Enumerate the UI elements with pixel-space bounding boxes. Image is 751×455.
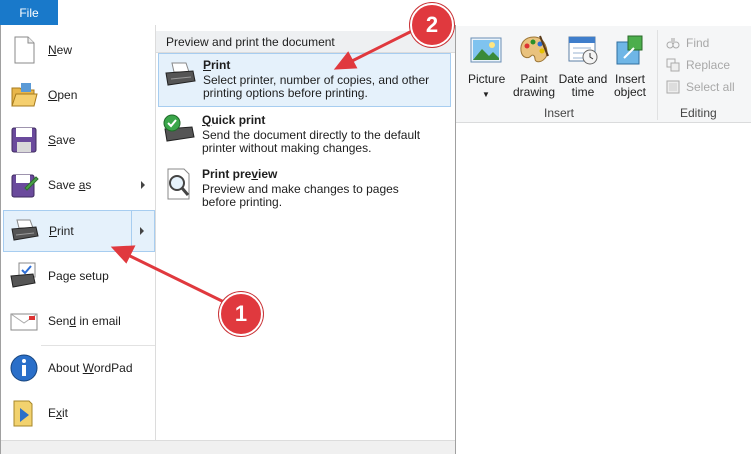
menu-item-label: Print [49, 224, 74, 238]
insert-group-label: Insert [544, 106, 575, 120]
save-disk-icon [11, 127, 37, 153]
select-all-label: Select all [686, 80, 735, 94]
submenu-item-title: Quick print [202, 113, 266, 127]
submenu-item-description: Select printer, number of copies, and ot… [203, 73, 430, 100]
menu-item-save-as[interactable]: Save as [3, 164, 155, 206]
menu-item-page-setup[interactable]: Page setup [3, 255, 155, 297]
calendar-clock-icon [568, 36, 598, 65]
menu-footer [1, 440, 455, 454]
quick-print-icon [163, 114, 195, 142]
menu-item-label: Save as [48, 178, 92, 192]
insert-object-button[interactable]: Insert object [610, 34, 650, 99]
submenu-item-quick-print[interactable]: Quick print Send the document directly t… [158, 109, 451, 159]
info-icon [10, 354, 38, 382]
printer-icon [11, 219, 39, 241]
file-tab[interactable]: File [0, 0, 58, 25]
paint-drawing-label-2: drawing [512, 85, 556, 99]
menu-item-label: New [48, 43, 73, 57]
print-submenu: Preview and print the document Print Sel… [156, 31, 455, 440]
new-document-icon [14, 36, 35, 64]
menu-item-new[interactable]: New [3, 29, 155, 71]
menu-item-label: Page setup [48, 269, 109, 283]
picture-icon [470, 37, 502, 63]
select-all-button[interactable]: Select all [666, 80, 735, 94]
find-label: Find [686, 36, 710, 50]
picture-label: Picture [468, 72, 506, 86]
paint-drawing-button[interactable]: Paint drawing [512, 34, 556, 99]
insert-object-icon [616, 35, 643, 65]
insert-object-label-2: object [613, 85, 647, 99]
page-setup-icon [10, 262, 36, 288]
exit-icon [13, 400, 33, 427]
printer-icon [165, 62, 196, 86]
find-button[interactable]: Find [666, 36, 709, 50]
submenu-arrow-icon [141, 181, 145, 189]
editing-group-label: Editing [680, 106, 717, 120]
select-all-icon [666, 80, 680, 94]
menu-item-open[interactable]: Open [3, 74, 155, 116]
menu-item-label: Exit [48, 406, 69, 420]
file-menu: New Open Save Save as Print Page setup S… [0, 25, 456, 454]
submenu-item-print-preview[interactable]: Print preview Preview and make changes t… [158, 163, 451, 213]
menu-item-about[interactable]: About WordPad [3, 347, 155, 389]
submenu-item-title: Print [203, 58, 231, 72]
menu-item-exit[interactable]: Exit [3, 392, 155, 434]
menu-item-save[interactable]: Save [3, 119, 155, 161]
date-time-button[interactable]: Date and time [558, 34, 608, 99]
menu-item-label: About WordPad [48, 361, 133, 375]
menu-item-send-email[interactable]: Send in email [3, 300, 155, 342]
date-time-label-2: time [571, 85, 595, 99]
submenu-item-title: Print preview [202, 167, 278, 181]
annotation-badge-1: 1 [219, 292, 263, 336]
save-as-icon [11, 174, 39, 198]
submenu-item-description: Send the document directly to the defaul… [202, 128, 421, 155]
binoculars-icon [666, 38, 680, 49]
chevron-down-icon: ▼ [482, 90, 490, 99]
replace-button[interactable]: Replace [666, 58, 730, 72]
print-preview-icon [167, 168, 190, 200]
submenu-header: Preview and print the document [156, 31, 455, 53]
menu-item-print[interactable]: Print [3, 210, 155, 252]
menu-item-label: Save [48, 133, 76, 147]
submenu-item-description: Preview and make changes to pages before… [202, 182, 399, 209]
menu-item-label: Open [48, 88, 78, 102]
open-folder-icon [11, 83, 38, 107]
ribbon-divider [657, 30, 658, 120]
file-menu-commands: New Open Save Save as Print Page setup S… [1, 25, 156, 440]
submenu-arrow-icon [140, 227, 144, 235]
replace-icon [666, 58, 680, 72]
email-icon [10, 313, 38, 331]
annotation-badge-2: 2 [410, 3, 454, 47]
menu-separator [41, 345, 155, 346]
picture-button[interactable]: Picture ▼ [468, 34, 506, 101]
menu-item-label: Send in email [48, 314, 121, 328]
paint-palette-icon [520, 35, 549, 63]
replace-label: Replace [686, 58, 731, 72]
submenu-item-print[interactable]: Print Select printer, number of copies, … [158, 53, 451, 107]
